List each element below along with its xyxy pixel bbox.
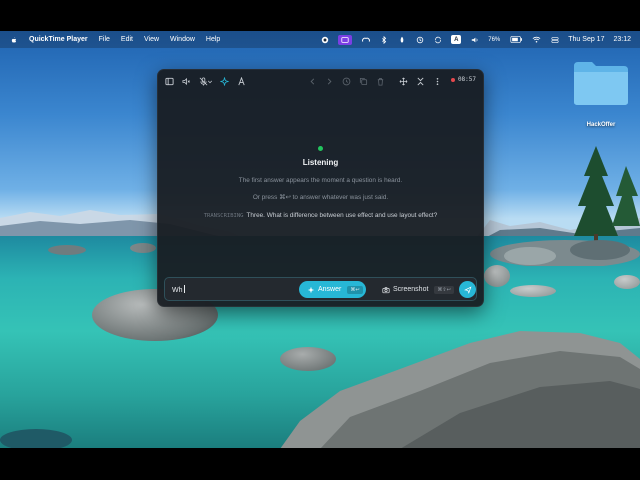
panel-icon[interactable] [163, 75, 175, 87]
hint-first-answer: The first answer appears the moment a qu… [238, 177, 403, 184]
apple-menu-icon[interactable] [9, 35, 18, 44]
wifi-icon[interactable] [532, 35, 541, 44]
send-button[interactable] [459, 281, 476, 298]
shoreline-trees [490, 146, 640, 266]
window-toolbar: 08:57 [158, 70, 483, 92]
speaker-mute-icon[interactable] [180, 75, 192, 87]
camera-icon [382, 286, 390, 293]
rock [48, 245, 86, 255]
input-value: Wh [172, 287, 183, 294]
listening-indicator-icon [318, 146, 323, 151]
copy-icon[interactable] [357, 75, 369, 87]
control-center-icon[interactable] [550, 35, 559, 44]
cloud-icon[interactable] [361, 35, 370, 44]
sparkle-icon[interactable] [218, 75, 230, 87]
battery-percent: 76% [488, 36, 501, 43]
record-status-icon[interactable] [320, 35, 329, 44]
menu-edit[interactable]: Edit [121, 36, 133, 43]
time-machine-icon[interactable] [415, 35, 424, 44]
folder-icon [574, 62, 628, 105]
rock [484, 265, 510, 287]
forward-chevron-icon[interactable] [323, 75, 335, 87]
screenshot-button[interactable]: Screenshot ⌘⇧↩ [375, 281, 457, 298]
menu-date[interactable]: Thu Sep 17 [568, 36, 604, 43]
timer-value: 08:57 [457, 76, 476, 83]
send-icon [463, 285, 471, 294]
session-timer: 08:57 [450, 76, 476, 83]
mic-dropdown-chevron-icon[interactable] [207, 75, 213, 87]
more-options-icon[interactable] [431, 75, 443, 87]
transcript-text: Three. What is difference between use ef… [246, 212, 438, 219]
large-foreground-rock [280, 331, 640, 448]
menu-view[interactable]: View [144, 36, 159, 43]
transcript-tag: TRANSCRIBING [203, 213, 244, 219]
screenshot-shortcut: ⌘⇧↩ [434, 285, 454, 294]
menu-file[interactable]: File [99, 36, 110, 43]
menu-window[interactable]: Window [170, 36, 195, 43]
answer-button[interactable]: Answer ⌘↩ [299, 281, 366, 298]
rock [614, 275, 640, 289]
battery-icon[interactable] [509, 35, 523, 44]
text-caret [183, 285, 185, 293]
screenshot-label: Screenshot [393, 286, 429, 293]
bluetooth-icon[interactable] [379, 35, 388, 44]
menu-help[interactable]: Help [206, 36, 220, 43]
rock [130, 243, 156, 253]
menu-bar: QuickTime Player File Edit View Window H… [0, 31, 640, 48]
folder-label: HackOffer [586, 122, 616, 128]
back-chevron-icon[interactable] [306, 75, 318, 87]
rock [510, 285, 556, 297]
rocket-icon[interactable] [397, 35, 406, 44]
letterbox-bottom [0, 448, 640, 480]
assistant-window: 08:57 Listening The first answer appears… [157, 69, 484, 307]
letterbox-top [0, 0, 640, 31]
sync-icon[interactable] [433, 35, 442, 44]
volume-icon[interactable] [470, 35, 479, 44]
menu-app-name[interactable]: QuickTime Player [29, 36, 88, 43]
answer-shortcut: ⌘↩ [347, 285, 363, 294]
menu-time[interactable]: 23:12 [613, 36, 631, 43]
desktop-folder[interactable]: HackOffer [572, 60, 630, 128]
rock [0, 429, 72, 448]
question-input-bar: Wh Answer ⌘↩ Screenshot ⌘⇧↩ [164, 277, 477, 301]
live-transcript: TRANSCRIBING Three. What is difference be… [158, 212, 483, 219]
collapse-icon[interactable] [414, 75, 426, 87]
move-icon[interactable] [397, 75, 409, 87]
answer-label: Answer [318, 286, 342, 293]
sparkle-icon [307, 286, 315, 293]
recording-dot-icon [450, 77, 455, 82]
hint-shortcut: Or press ⌘↩ to answer whatever was just … [252, 194, 389, 201]
history-icon[interactable] [340, 75, 352, 87]
text-style-icon[interactable] [235, 75, 247, 87]
trash-icon[interactable] [374, 75, 386, 87]
input-source-icon[interactable]: A [451, 35, 462, 44]
status-title: Listening [302, 158, 339, 167]
question-input[interactable]: Wh [172, 285, 185, 294]
screen-share-icon[interactable] [338, 34, 353, 45]
